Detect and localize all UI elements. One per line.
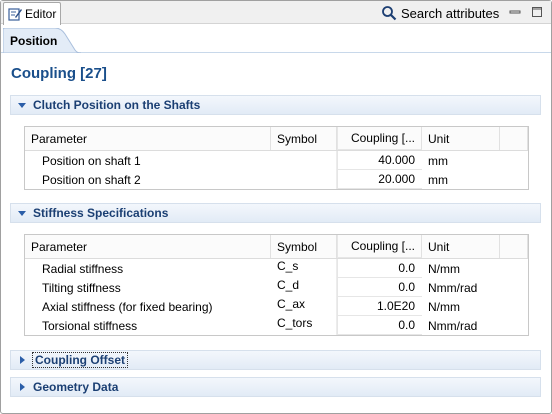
symbol-cell	[271, 170, 337, 189]
table-header-row: Parameter Symbol Coupling [... Unit	[25, 235, 528, 259]
unit-cell: N/mm	[428, 261, 460, 276]
value-input[interactable]: 40.000	[337, 151, 422, 170]
unit-cell: N/mm	[428, 299, 460, 314]
param-cell: Radial stiffness	[42, 261, 124, 276]
value-input[interactable]: 0.0	[337, 259, 422, 278]
table-row: Axial stiffness (for fixed bearing) C_ax…	[25, 297, 528, 316]
param-cell: Position on shaft 2	[42, 172, 141, 187]
symbol-cell: C_tors	[271, 316, 337, 335]
symbol-cell	[271, 151, 337, 170]
clutch-table: Parameter Symbol Coupling [... Unit Posi…	[24, 126, 529, 190]
unit-cell: Nmm/rad	[428, 318, 478, 333]
triangle-down-icon	[18, 211, 26, 216]
top-bar: Editor Search attributes	[1, 1, 551, 25]
unit-cell: Nmm/rad	[428, 280, 478, 295]
col-header-unit[interactable]: Unit	[422, 127, 500, 150]
unit-cell: mm	[428, 153, 448, 168]
table-row: Radial stiffness C_s 0.0 N/mm	[25, 259, 528, 278]
section-offset-label: Coupling Offset	[32, 352, 128, 368]
editor-tab[interactable]: Editor	[3, 2, 61, 25]
table-row: Position on shaft 2 20.000 mm	[25, 170, 528, 189]
param-cell: Tilting stiffness	[42, 280, 121, 295]
section-stiffness-label: Stiffness Specifications	[33, 206, 169, 220]
minimize-icon[interactable]	[509, 6, 521, 18]
section-geometry-label: Geometry Data	[33, 380, 119, 394]
triangle-down-icon	[18, 103, 26, 108]
search-attributes-button[interactable]: Search attributes	[381, 5, 499, 21]
subtab-bar: Position	[1, 25, 551, 53]
magnifier-icon	[382, 6, 397, 21]
col-header-coupling[interactable]: Coupling [...	[337, 127, 422, 150]
col-header-symbol[interactable]: Symbol	[271, 235, 337, 258]
triangle-right-icon	[20, 356, 25, 364]
section-clutch-position[interactable]: Clutch Position on the Shafts	[10, 95, 541, 115]
value-input[interactable]: 0.0	[337, 278, 422, 297]
col-header-parameter[interactable]: Parameter	[25, 127, 271, 150]
param-cell: Torsional stiffness	[42, 318, 138, 333]
table-row: Position on shaft 1 40.000 mm	[25, 151, 528, 170]
col-header-parameter[interactable]: Parameter	[25, 235, 271, 258]
triangle-right-icon	[20, 383, 25, 391]
section-coupling-offset[interactable]: Coupling Offset	[10, 350, 541, 370]
col-header-empty	[500, 235, 528, 258]
col-header-symbol[interactable]: Symbol	[271, 127, 337, 150]
value-input[interactable]: 0.0	[337, 316, 422, 335]
col-header-unit[interactable]: Unit	[422, 235, 500, 258]
maximize-icon[interactable]	[531, 6, 543, 18]
table-row: Tilting stiffness C_d 0.0 Nmm/rad	[25, 278, 528, 297]
search-label: Search attributes	[401, 5, 500, 21]
table-row: Torsional stiffness C_tors 0.0 Nmm/rad	[25, 316, 528, 335]
editor-tab-label: Editor	[25, 7, 57, 21]
value-input[interactable]: 20.000	[337, 170, 422, 189]
value-input[interactable]: 1.0E20	[337, 297, 422, 316]
edit-note-icon	[8, 8, 22, 21]
section-stiffness[interactable]: Stiffness Specifications	[10, 203, 541, 223]
section-geometry-data[interactable]: Geometry Data	[10, 377, 541, 397]
unit-cell: mm	[428, 172, 448, 187]
table-header-row: Parameter Symbol Coupling [... Unit	[25, 127, 528, 151]
symbol-cell: C_s	[271, 259, 337, 278]
tab-position[interactable]: Position	[3, 28, 82, 53]
col-header-empty	[500, 127, 528, 150]
stiffness-table: Parameter Symbol Coupling [... Unit Radi…	[24, 234, 529, 336]
param-cell: Position on shaft 1	[42, 153, 141, 168]
symbol-cell: C_d	[271, 278, 337, 297]
page-title: Coupling [27]	[11, 65, 107, 82]
symbol-cell: C_ax	[271, 297, 337, 316]
section-clutch-label: Clutch Position on the Shafts	[33, 98, 201, 112]
col-header-coupling[interactable]: Coupling [...	[337, 235, 422, 258]
tab-position-label: Position	[10, 34, 58, 48]
param-cell: Axial stiffness (for fixed bearing)	[42, 299, 213, 314]
